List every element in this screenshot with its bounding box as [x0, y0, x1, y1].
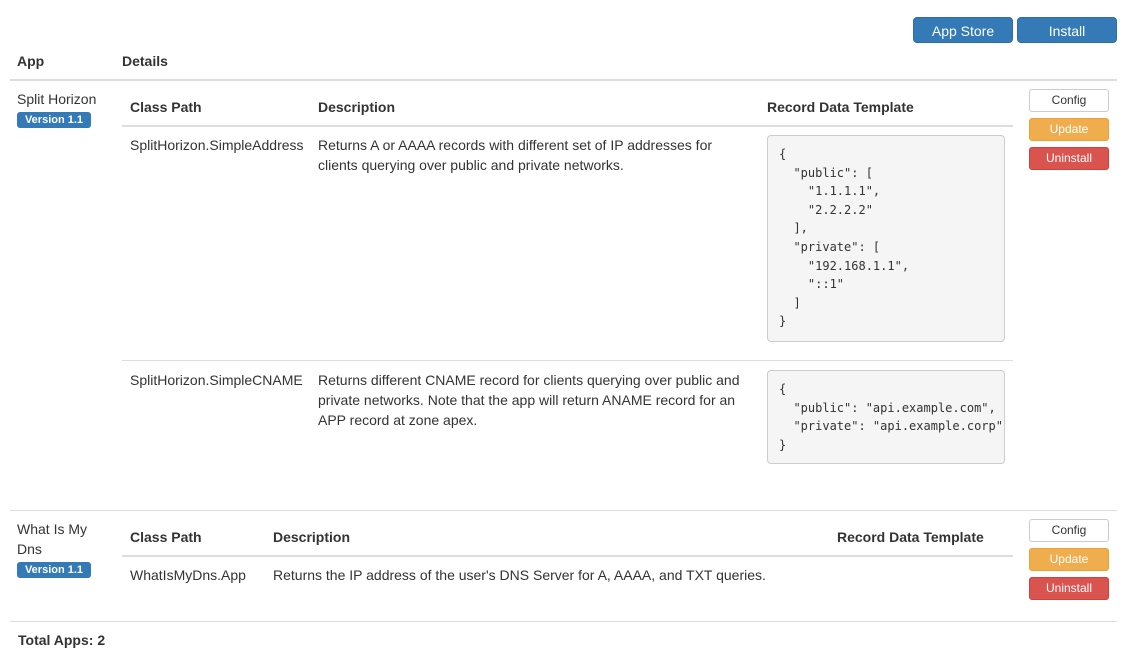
- class-path: SplitHorizon.SimpleAddress: [130, 137, 304, 153]
- inner-header-class-path: Class Path: [130, 529, 202, 545]
- column-header-app: App: [17, 53, 45, 69]
- row-divider: [122, 360, 1013, 361]
- inner-header-record-template: Record Data Template: [837, 529, 984, 545]
- app-name: What Is My Dns: [17, 521, 88, 557]
- uninstall-button[interactable]: Uninstall: [1029, 577, 1109, 600]
- class-description: Returns the IP address of the user's DNS…: [273, 567, 766, 583]
- column-header-details: Details: [122, 53, 168, 69]
- class-path: WhatIsMyDns.App: [130, 567, 246, 583]
- app-name: Split Horizon: [17, 91, 97, 107]
- inner-header-record-template: Record Data Template: [767, 99, 914, 115]
- version-badge: Version 1.1: [17, 112, 91, 128]
- class-description: Returns different CNAME record for clien…: [318, 372, 740, 428]
- header-divider: [10, 79, 1117, 81]
- config-button[interactable]: Config: [1029, 519, 1109, 542]
- inner-header-divider: [122, 125, 1013, 127]
- install-button[interactable]: Install: [1017, 17, 1117, 43]
- update-button[interactable]: Update: [1029, 118, 1109, 141]
- config-button[interactable]: Config: [1029, 89, 1109, 112]
- inner-header-description: Description: [318, 99, 396, 115]
- app-store-button[interactable]: App Store: [913, 17, 1013, 43]
- update-button[interactable]: Update: [1029, 548, 1109, 571]
- record-data-template: { "public": "api.example.com", "private"…: [767, 370, 1005, 464]
- class-description: Returns A or AAAA records with different…: [318, 137, 713, 173]
- total-apps-count: Total Apps: 2: [18, 632, 106, 648]
- class-path: SplitHorizon.SimpleCNAME: [130, 372, 303, 388]
- footer-divider: [10, 621, 1117, 622]
- app-divider: [10, 510, 1117, 511]
- inner-header-description: Description: [273, 529, 351, 545]
- version-badge: Version 1.1: [17, 562, 91, 578]
- inner-header-class-path: Class Path: [130, 99, 202, 115]
- uninstall-button[interactable]: Uninstall: [1029, 147, 1109, 170]
- inner-header-divider: [122, 555, 1013, 557]
- record-data-template: { "public": [ "1.1.1.1", "2.2.2.2" ], "p…: [767, 135, 1005, 342]
